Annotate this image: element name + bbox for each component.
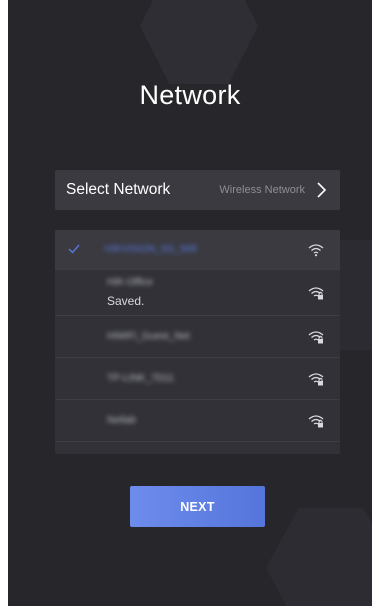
network-item[interactable]: HiWiFi_Guest_Net — [55, 316, 340, 358]
hexagon-decoration — [266, 508, 372, 606]
chevron-right-icon — [317, 182, 327, 198]
network-name: TP-LINK_7D11 — [107, 373, 175, 384]
network-item-selected[interactable]: HIKVISION_5G_Wifi — [55, 230, 340, 270]
wifi-lock-icon — [308, 286, 324, 299]
page-title: Network — [139, 80, 241, 110]
wifi-lock-icon — [308, 330, 324, 343]
network-name: HIK-Office — [107, 277, 153, 288]
network-item[interactable]: Netlab — [55, 400, 340, 442]
network-name: HIKVISION_5G_Wifi — [105, 244, 197, 255]
next-button[interactable]: NEXT — [130, 486, 265, 527]
network-name: Netlab — [107, 415, 136, 426]
wifi-lock-icon — [308, 372, 324, 385]
wifi-icon — [308, 243, 324, 256]
select-network-value: Wireless Network — [219, 184, 305, 196]
select-network-label: Select Network — [66, 181, 171, 198]
checkmark-icon — [68, 244, 80, 254]
network-saved-status: Saved. — [107, 294, 145, 308]
hexagon-decoration — [140, 0, 258, 84]
network-item[interactable]: HIK-Office Saved. — [55, 270, 340, 316]
network-list[interactable]: HIKVISION_5G_Wifi HIK-Office Saved. HiWi… — [55, 230, 340, 454]
network-item[interactable]: TP-LINK_7D11 — [55, 358, 340, 400]
network-name: HiWiFi_Guest_Net — [107, 331, 190, 342]
wifi-lock-icon — [308, 414, 324, 427]
select-network-row[interactable]: Select Network Wireless Network — [55, 170, 340, 210]
